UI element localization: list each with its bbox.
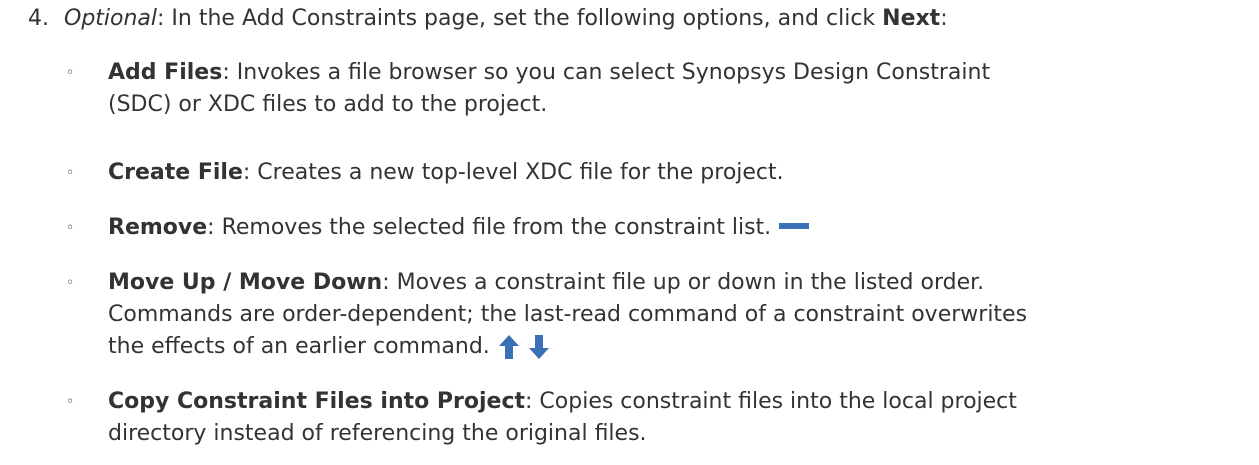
item-text: Copy Constraint Files into Project: Copi… bbox=[108, 386, 1248, 450]
item-title: Copy Constraint Files into Project bbox=[108, 389, 526, 414]
item-line: the effects of an earlier command. bbox=[108, 331, 1248, 363]
step-text: : In the Add Constraints page, set the f… bbox=[157, 6, 883, 31]
item-desc: : Moves a constraint file up or down in … bbox=[382, 270, 985, 295]
item-title: Create File bbox=[108, 160, 243, 185]
item-text: Remove: Removes the selected file from t… bbox=[108, 212, 1248, 244]
item-line: Commands are order-dependent; the last-r… bbox=[108, 302, 1028, 327]
item-line: directory instead of referencing the ori… bbox=[108, 421, 647, 446]
item-desc: : Invokes a file browser so you can sele… bbox=[222, 60, 991, 85]
item-line: Create File: Creates a new top-level XDC… bbox=[108, 157, 1248, 189]
item-line: Move Up / Move Down: Moves a constraint … bbox=[108, 267, 1248, 299]
item-title: Add Files bbox=[108, 60, 223, 85]
item-line: Copy Constraint Files into Project: Copi… bbox=[108, 386, 1248, 418]
step-4-line: 4. Optional: In the Add Constraints page,… bbox=[28, 3, 948, 35]
remove-icon bbox=[779, 223, 810, 229]
item-text: Move Up / Move Down: Moves a constraint … bbox=[108, 267, 1248, 363]
bullet: ◦ bbox=[66, 394, 75, 410]
item-desc: the effects of an earlier command. bbox=[108, 334, 490, 359]
step-colon: : bbox=[940, 6, 948, 31]
optional-label: Optional bbox=[64, 6, 158, 31]
item-text: Add Files: Invokes a file browser so you… bbox=[108, 57, 1248, 121]
step-number: 4. bbox=[28, 6, 49, 31]
item-line: Add Files: Invokes a file browser so you… bbox=[108, 57, 1248, 89]
item-line: (SDC) or XDC files to add to the project… bbox=[108, 92, 548, 117]
bullet: ◦ bbox=[66, 65, 75, 81]
item-desc: : Creates a new top-level XDC file for t… bbox=[242, 160, 784, 185]
bullet: ◦ bbox=[66, 220, 75, 236]
next-label: Next bbox=[882, 6, 941, 31]
bullet: ◦ bbox=[66, 275, 75, 291]
bullet: ◦ bbox=[66, 165, 75, 181]
item-text: Create File: Creates a new top-level XDC… bbox=[108, 157, 1248, 189]
item-title: Move Up / Move Down bbox=[108, 270, 383, 295]
arrow-up-icon bbox=[498, 335, 519, 359]
item-desc: : Removes the selected file from the con… bbox=[207, 215, 772, 240]
item-title: Remove bbox=[108, 215, 208, 240]
item-desc: : Copies constraint files into the local… bbox=[525, 389, 1017, 414]
item-line: Remove: Removes the selected file from t… bbox=[108, 212, 1248, 244]
arrow-down-icon bbox=[528, 335, 549, 359]
